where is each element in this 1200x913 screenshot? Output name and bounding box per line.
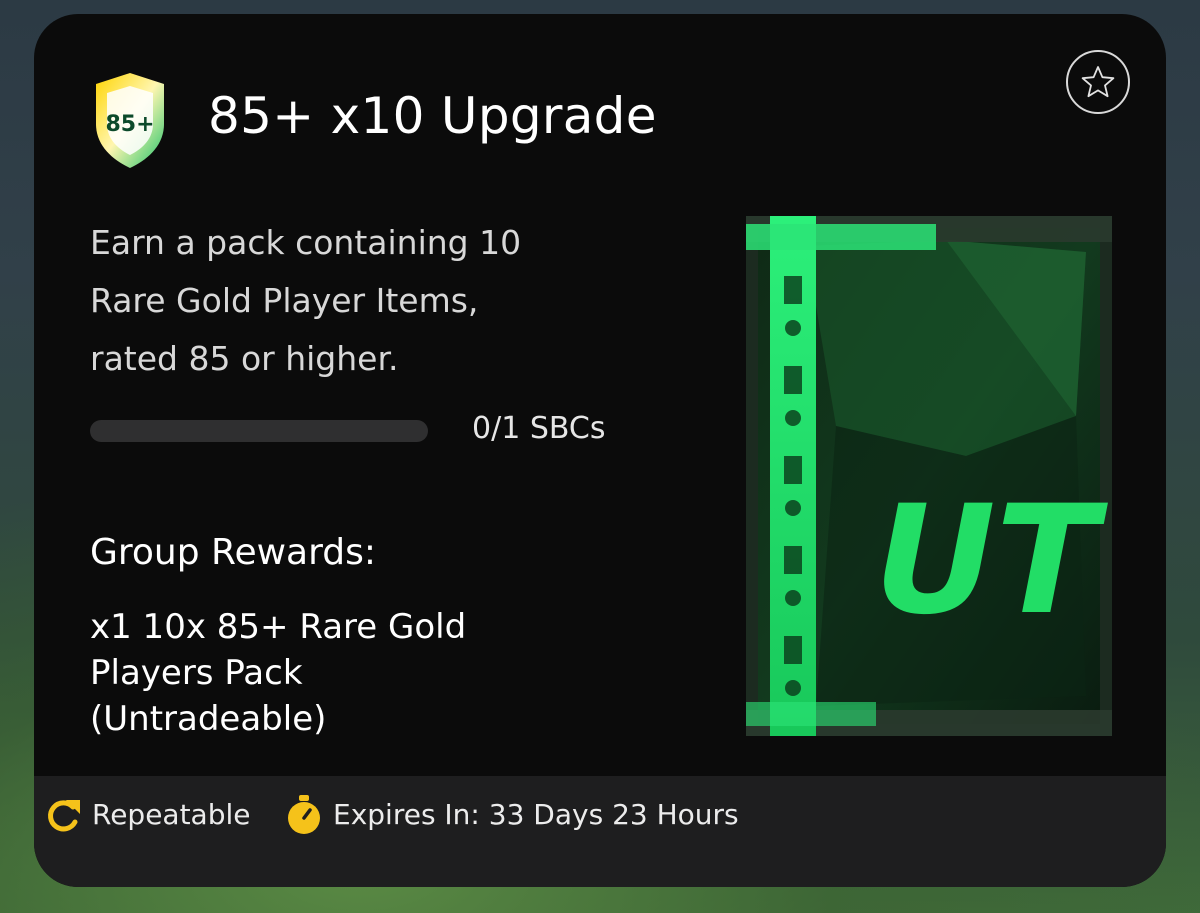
star-icon <box>1081 66 1115 98</box>
stopwatch-icon <box>288 795 320 834</box>
sbc-title: 85+ x10 Upgrade <box>208 87 657 145</box>
pack-logo-text: UT <box>874 474 1109 648</box>
favorite-button[interactable] <box>1066 50 1130 114</box>
repeatable-indicator: Repeatable <box>42 794 251 836</box>
sbc-description: Earn a pack containing 10 Rare Gold Play… <box>90 223 522 378</box>
sbc-card[interactable]: 85+ 85+ x10 Upgrade Earn a pack containi… <box>34 14 1166 887</box>
expiry-indicator: Expires In: 33 Days 23 Hours <box>283 794 739 836</box>
reward-item: x1 10x 85+ Rare Gold Players Pack (Untra… <box>90 607 467 739</box>
rewards-heading: Group Rewards: <box>90 532 376 573</box>
badge-label: 85+ <box>105 112 154 137</box>
progress-bar <box>90 420 428 442</box>
rating-shield-icon: 85+ <box>90 70 170 170</box>
repeat-icon <box>48 800 80 832</box>
expiry-label: Expires In: 33 Days 23 Hours <box>333 798 739 831</box>
reward-pack-image[interactable]: UT <box>746 216 1112 736</box>
pack-icon: UT <box>746 216 1112 736</box>
progress-label: 0/1 SBCs <box>472 411 606 446</box>
repeatable-label: Repeatable <box>92 798 251 831</box>
